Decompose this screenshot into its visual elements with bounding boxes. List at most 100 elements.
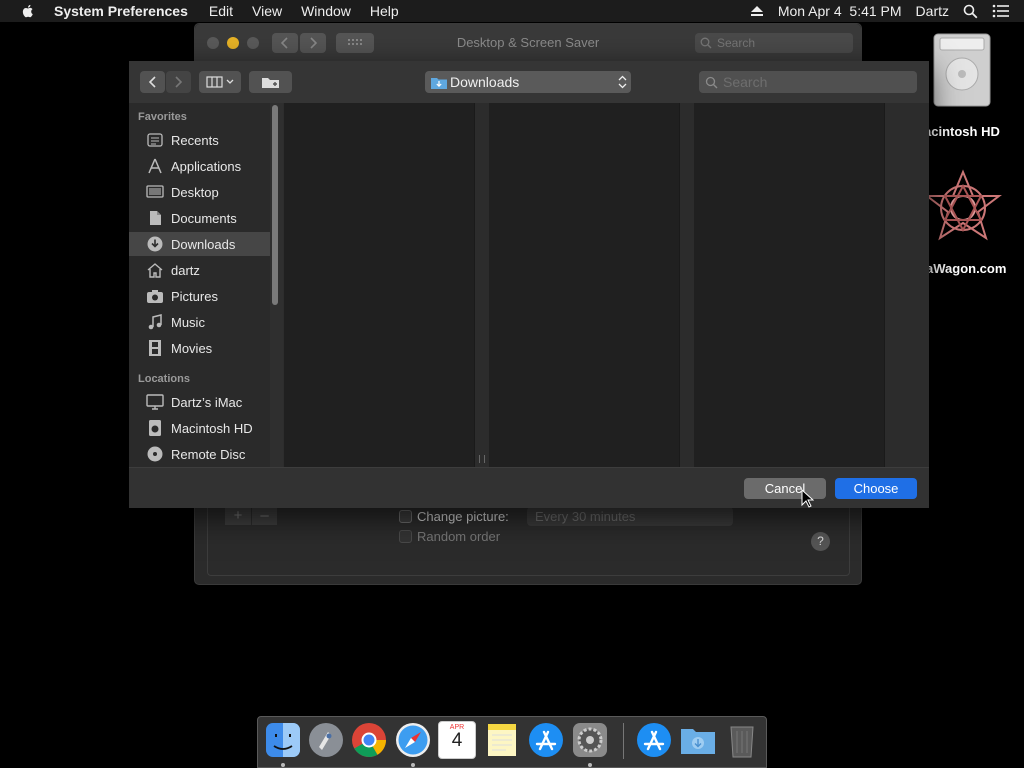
browser-column-1[interactable] — [284, 103, 475, 467]
new-folder-button[interactable] — [249, 71, 292, 93]
view-mode-button[interactable] — [199, 71, 241, 93]
menu-clock[interactable]: Mon Apr 4 5:41 PM — [778, 3, 902, 19]
sysprefs-titlebar: Desktop & Screen Saver Search — [195, 24, 861, 62]
calendar-icon[interactable]: APR 4 — [438, 721, 476, 759]
music-icon — [148, 314, 162, 330]
dock-separator — [623, 723, 624, 759]
sidebar-item-label: Music — [171, 314, 205, 330]
interval-select[interactable]: Every 30 minutes — [527, 507, 733, 526]
search-icon — [700, 37, 712, 49]
sidebar-item-music[interactable]: Music — [129, 310, 270, 334]
system-preferences-icon[interactable] — [571, 721, 609, 759]
forward-button[interactable] — [166, 71, 191, 93]
column-browser — [284, 103, 929, 467]
random-order-label: Random order — [417, 529, 501, 544]
desktop-icon-webloc[interactable]: aWagon.com — [920, 168, 1024, 278]
sidebar-item-desktop[interactable]: Desktop — [129, 180, 270, 204]
sidebar-item-label: Documents — [171, 210, 237, 226]
downloads-folder-icon — [431, 78, 447, 89]
menu-user[interactable]: Dartz — [916, 3, 949, 19]
browser-column-3[interactable] — [694, 103, 885, 467]
sidebar-item-macintosh-hd[interactable]: Macintosh HD — [129, 416, 270, 440]
column-resize-handle[interactable] — [479, 455, 485, 463]
search-input[interactable]: Search — [695, 33, 853, 53]
sidebar-item-applications[interactable]: Applications — [129, 154, 270, 178]
locations-heading: Locations — [138, 373, 190, 385]
apple-logo-icon[interactable] — [20, 3, 36, 19]
running-indicator — [281, 763, 285, 767]
sidebar-item-recents[interactable]: Recents — [129, 128, 270, 152]
column-divider[interactable] — [680, 103, 694, 467]
calendar-day: 4 — [451, 730, 463, 751]
sidebar-item-home[interactable]: dartz — [129, 258, 270, 282]
finder-icon[interactable] — [264, 721, 302, 759]
desktop-icon-label: aWagon.com — [926, 261, 1007, 276]
menu-window[interactable]: Window — [301, 3, 351, 19]
desktop-icon-label: acintosh HD — [924, 124, 1000, 139]
remove-folder-button[interactable]: – — [252, 508, 277, 525]
sidebar-item-label: Dartz’s iMac — [171, 394, 243, 410]
remote-disc-icon — [147, 446, 163, 462]
search-input[interactable]: Search — [699, 71, 917, 93]
mouse-cursor-icon — [801, 489, 814, 508]
sidebar: Favorites Recents Applications Desktop D… — [129, 103, 270, 467]
column-divider[interactable] — [885, 103, 929, 467]
sidebar-item-label: Recents — [171, 132, 219, 148]
menu-edit[interactable]: Edit — [209, 3, 233, 19]
downloads-folder-icon[interactable] — [679, 721, 717, 759]
chrome-icon[interactable] — [350, 721, 388, 759]
chevron-left-icon — [148, 76, 156, 88]
mandala-image-icon — [924, 169, 1002, 241]
imac-icon — [146, 394, 164, 410]
eject-icon[interactable] — [750, 5, 764, 17]
spotlight-icon[interactable] — [963, 4, 978, 19]
new-folder-icon — [262, 78, 279, 88]
safari-icon[interactable] — [394, 721, 432, 759]
sidebar-item-movies[interactable]: Movies — [129, 336, 270, 360]
change-picture-label: Change picture: — [417, 509, 509, 524]
back-button[interactable] — [140, 71, 165, 93]
launchpad-icon[interactable] — [307, 721, 345, 759]
menu-help[interactable]: Help — [370, 3, 399, 19]
sidebar-item-pictures[interactable]: Pictures — [129, 284, 270, 308]
sidebar-item-label: Downloads — [171, 236, 236, 252]
recents-icon — [147, 133, 163, 147]
documents-icon — [150, 211, 161, 225]
movies-icon — [149, 340, 161, 356]
random-order-checkbox[interactable] — [399, 530, 412, 543]
choose-button[interactable]: Choose — [835, 478, 917, 499]
sidebar-scrollbar[interactable] — [272, 105, 278, 305]
app-store-icon[interactable] — [527, 721, 565, 759]
change-picture-checkbox[interactable] — [399, 510, 412, 523]
sidebar-item-remote-disc[interactable]: Remote Disc — [129, 442, 270, 466]
search-icon — [705, 76, 718, 89]
desktop-icon — [146, 185, 164, 198]
add-remove-buttons: + – — [225, 508, 277, 525]
menu-bar: System Preferences Edit View Window Help… — [0, 0, 1024, 22]
notification-center-icon[interactable] — [992, 4, 1010, 18]
panel-toolbar: Downloads Search — [129, 61, 929, 103]
column-divider[interactable] — [475, 103, 489, 467]
desktop-icon-macintosh-hd[interactable]: acintosh HD — [920, 30, 1024, 142]
downloads-icon — [147, 236, 163, 252]
chevron-right-icon — [175, 76, 183, 88]
sidebar-item-documents[interactable]: Documents — [129, 206, 270, 230]
sidebar-item-imac[interactable]: Dartz’s iMac — [129, 390, 270, 414]
help-button[interactable]: ? — [811, 532, 830, 551]
sidebar-item-downloads[interactable]: Downloads — [129, 232, 270, 256]
notes-icon[interactable] — [483, 721, 521, 759]
dock: APR 4 — [257, 716, 767, 768]
updown-chevron-icon — [618, 75, 627, 89]
browser-column-2[interactable] — [489, 103, 680, 467]
app-store-downloads-icon[interactable] — [635, 721, 673, 759]
trash-icon[interactable] — [723, 721, 761, 759]
sidebar-item-label: Macintosh HD — [171, 420, 253, 436]
add-folder-button[interactable]: + — [225, 508, 251, 525]
open-panel: Downloads Search Favorites Recents Appli… — [129, 61, 929, 508]
menu-view[interactable]: View — [252, 3, 282, 19]
menu-app-name[interactable]: System Preferences — [54, 3, 188, 19]
favorites-heading: Favorites — [138, 111, 187, 123]
column-view-icon — [206, 76, 234, 88]
applications-icon — [148, 158, 162, 174]
path-popup[interactable]: Downloads — [425, 71, 631, 93]
